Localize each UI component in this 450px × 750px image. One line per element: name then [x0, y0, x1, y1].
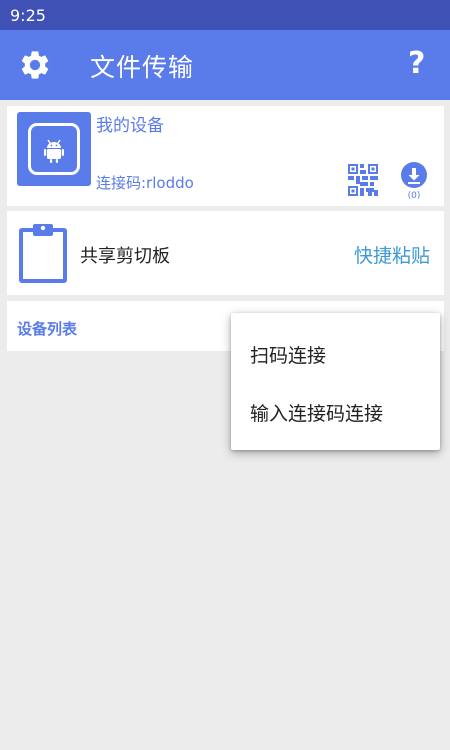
menu-item-scan-connect[interactable]: 扫码连接 [250, 341, 326, 368]
device-name: 我的设备 [96, 116, 164, 136]
connect-popup-menu: 扫码连接 输入连接码连接 [231, 313, 440, 450]
download-icon[interactable] [400, 161, 428, 189]
device-list-title: 设备列表 [17, 320, 78, 338]
qr-code-icon[interactable] [348, 164, 378, 196]
page-title: 文件传输 [90, 53, 195, 82]
status-time: 9:25 [10, 6, 46, 25]
device-avatar [17, 112, 91, 186]
shared-clipboard-card[interactable]: 共享剪切板 快捷粘贴 [7, 211, 444, 295]
quick-paste-button[interactable]: 快捷粘贴 [354, 241, 430, 268]
status-bar: 9:25 [0, 0, 450, 30]
my-device-card[interactable]: 我的设备 连接码:rloddo (0) [7, 106, 444, 206]
download-count: (0) [407, 191, 421, 201]
shared-clipboard-label: 共享剪切板 [80, 246, 170, 267]
app-bar: 文件传输 ? [0, 30, 450, 100]
android-icon [44, 139, 64, 163]
gear-icon[interactable] [18, 48, 52, 82]
menu-item-code-connect[interactable]: 输入连接码连接 [250, 399, 383, 426]
help-icon[interactable]: ? [408, 46, 425, 81]
connection-code: 连接码:rloddo [96, 174, 194, 192]
clipboard-icon [19, 224, 67, 283]
